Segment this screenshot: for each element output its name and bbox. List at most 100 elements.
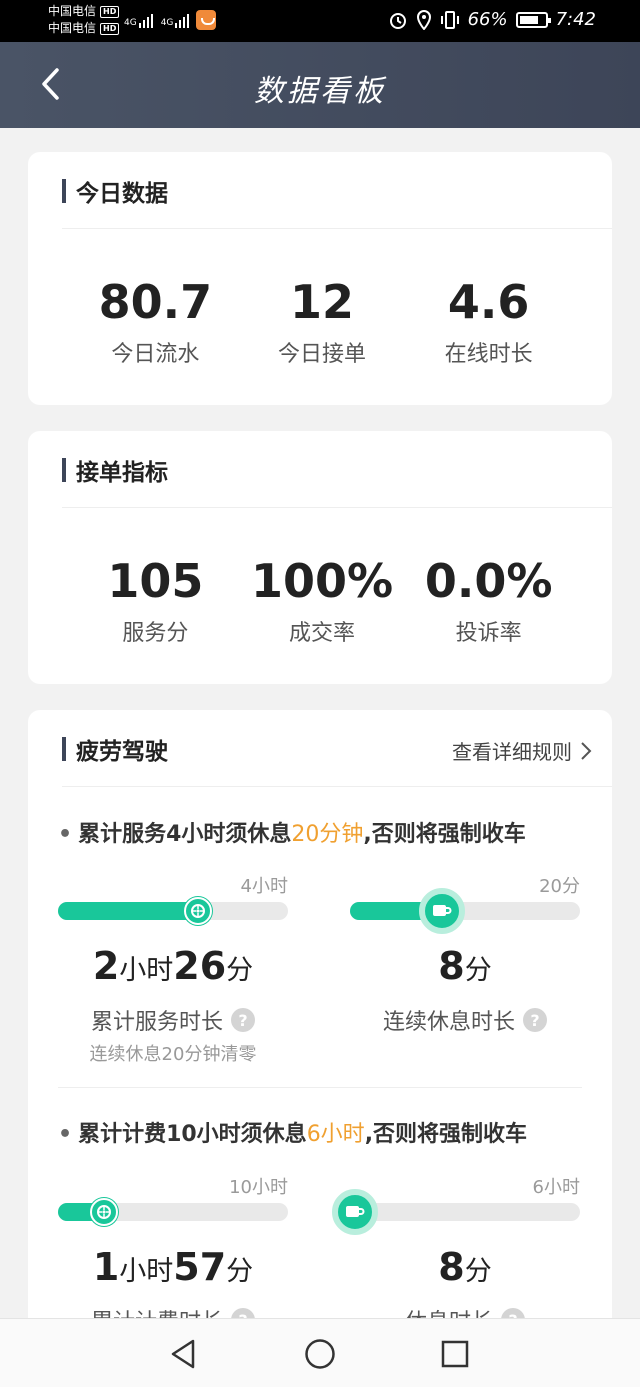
nav-recents-button[interactable] [438, 1337, 472, 1371]
chevron-right-icon [581, 741, 592, 760]
coffee-cup-icon [331, 1189, 378, 1235]
rule-text: 累计服务4小时须休息 [78, 822, 292, 847]
home-circle-icon [305, 1339, 335, 1369]
reset-note: 连续休息20分钟清零 [89, 1044, 257, 1065]
card-header: 疲劳驾驶 [62, 732, 168, 766]
hours-unit: 小时 [119, 1256, 174, 1287]
minutes-value: 57 [173, 1245, 227, 1289]
location-icon [416, 9, 431, 30]
stat-label: 在线时长 [444, 342, 533, 367]
divider [62, 786, 612, 787]
label-text: 累计服务时长 [90, 1010, 223, 1035]
carrier-1: 中国电信 [48, 4, 97, 18]
progress-track [58, 897, 288, 925]
carrier-info: 中国电信 HD 中国电信 HD [48, 3, 120, 37]
progress-track [350, 888, 580, 934]
clock: 7:42 [555, 9, 596, 30]
stat-label: 成交率 [289, 621, 356, 646]
label-text: 连续休息时长 [382, 1010, 515, 1035]
title-marker [62, 458, 66, 482]
battery-percent: 66% [467, 9, 508, 30]
today-stats: 80.7 今日流水 12 今日接单 4.6 在线时长 [72, 276, 572, 368]
stat-online-hours[interactable]: 4.6 在线时长 [405, 276, 572, 368]
rest-duration: 8分 [350, 944, 580, 988]
app-header: 数据看板 [0, 42, 640, 128]
rule-highlight: 6小时 [306, 1122, 365, 1147]
vibrate-icon [440, 10, 459, 29]
stat-value: 100% [250, 554, 394, 608]
rest-total-duration: 8分 [350, 1245, 580, 1289]
nav-back-button[interactable] [166, 1337, 200, 1371]
bullet: • [58, 1122, 73, 1147]
meter-max-label: 4小时 [240, 876, 288, 897]
meter-max-label: 10小时 [229, 1177, 288, 1198]
hours-unit: 小时 [119, 955, 174, 986]
fatigue-driving-card: 疲劳驾驶 查看详细规则 • 累计服务4小时须休息20分钟,否则将强制收车 4小时 … [28, 710, 612, 1350]
system-nav-bar [0, 1318, 640, 1387]
stat-today-revenue[interactable]: 80.7 今日流水 [72, 276, 239, 368]
rest-duration-label: 连续休息时长? [350, 1004, 580, 1036]
view-rules-link[interactable]: 查看详细规则 [452, 736, 592, 765]
minutes-unit: 分 [226, 1256, 254, 1287]
view-rules-label: 查看详细规则 [452, 740, 572, 764]
fatigue-rule-1: • 累计服务4小时须休息20分钟,否则将强制收车 [58, 816, 526, 848]
hours-value: 2 [92, 944, 120, 988]
status-bar: 中国电信 HD 中国电信 HD 4G 4G 66% 7:42 [0, 0, 640, 42]
divider [58, 1087, 582, 1088]
stat-label: 今日流水 [111, 342, 200, 367]
signal-icon [138, 10, 153, 28]
meter-max-label: 6小时 [532, 1177, 580, 1198]
stat-complaint-rate[interactable]: 0.0% 投诉率 [405, 555, 572, 647]
wheel-icon [90, 1198, 118, 1226]
fatigue-rule-2: • 累计计费10小时须休息6小时,否则将强制收车 [58, 1116, 527, 1148]
stat-value: 12 [290, 275, 355, 329]
divider [62, 507, 612, 508]
hd-badge: HD [100, 22, 120, 35]
stat-value: 105 [107, 554, 204, 608]
stat-service-score[interactable]: 105 服务分 [72, 555, 239, 647]
stat-today-orders[interactable]: 12 今日接单 [239, 276, 406, 368]
title-marker [62, 179, 66, 203]
card-header: 今日数据 [62, 174, 168, 208]
coffee-cup-icon [419, 888, 465, 934]
battery-icon [515, 11, 551, 28]
progress-track [58, 1198, 288, 1226]
hours-value: 1 [92, 1245, 120, 1289]
carrier-2: 中国电信 [48, 21, 97, 35]
bullet: • [58, 822, 73, 847]
meter-max-label: 20分 [539, 876, 580, 897]
back-triangle-icon [171, 1339, 195, 1369]
signal-icons: 4G 4G [124, 10, 190, 28]
stat-deal-rate[interactable]: 100% 成交率 [239, 555, 406, 647]
rule-highlight: 20分钟 [291, 822, 364, 847]
network-type-2: 4G [160, 18, 174, 28]
help-icon[interactable]: ? [523, 1008, 547, 1032]
app-notification-icon [196, 10, 216, 30]
signal-icon [175, 10, 190, 28]
stat-value: 4.6 [447, 275, 530, 329]
stat-value: 80.7 [98, 275, 213, 329]
alarm-icon [389, 12, 406, 29]
rule-text: 累计计费10小时须休息 [78, 1122, 307, 1147]
card-title: 接单指标 [76, 460, 168, 486]
service-duration: 2小时26分 [58, 944, 288, 988]
recents-square-icon [441, 1340, 469, 1368]
card-header: 接单指标 [62, 453, 168, 487]
progress-fill [58, 902, 199, 920]
card-title: 疲劳驾驶 [76, 739, 168, 765]
help-icon[interactable]: ? [231, 1008, 255, 1032]
rule-text: ,否则将强制收车 [364, 1122, 528, 1147]
minutes-value: 26 [173, 944, 227, 988]
stat-label: 今日接单 [278, 342, 367, 367]
rule-text: ,否则将强制收车 [363, 822, 526, 847]
stat-value: 0.0% [424, 554, 553, 608]
title-marker [62, 737, 66, 761]
progress-track [331, 1189, 580, 1235]
minutes-unit: 分 [464, 1256, 492, 1287]
nav-home-button[interactable] [303, 1337, 337, 1371]
page-title: 数据看板 [254, 74, 386, 109]
divider [62, 228, 612, 229]
wheel-icon [184, 897, 213, 925]
service-duration-label: 累计服务时长? [58, 1004, 288, 1036]
stat-label: 投诉率 [455, 621, 522, 646]
